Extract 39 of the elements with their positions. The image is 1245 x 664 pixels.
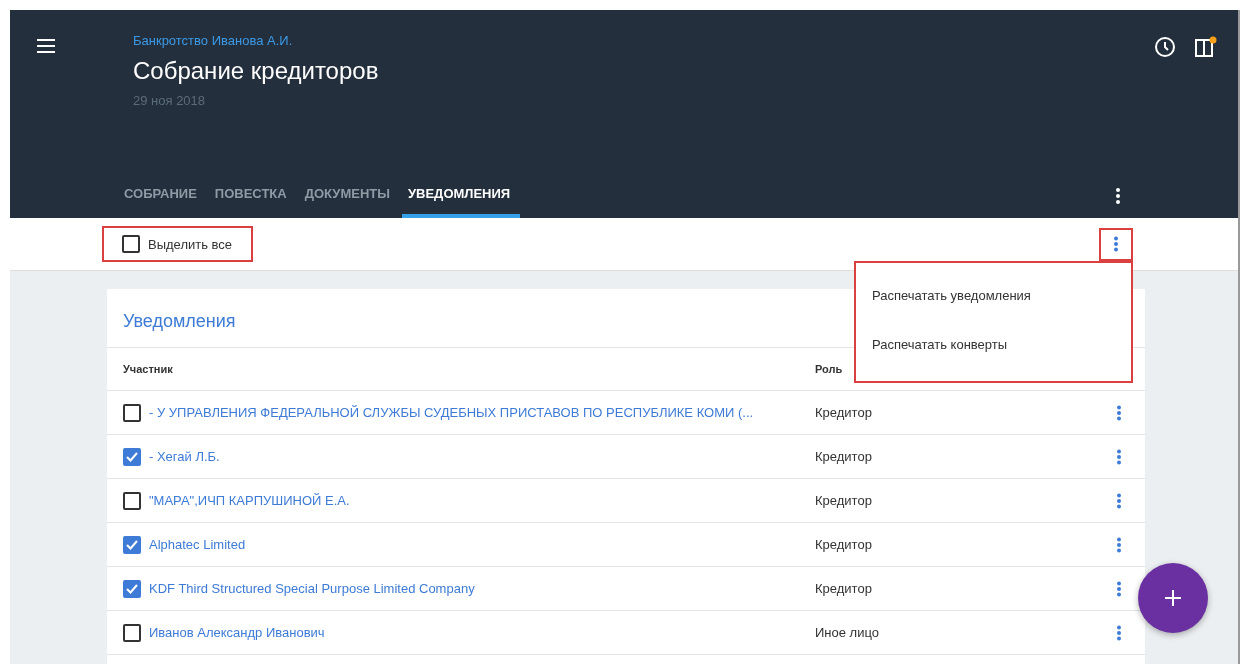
column-header: Роль [815,363,844,375]
checkbox[interactable] [123,491,141,510]
checkbox[interactable] [123,535,141,554]
checkbox[interactable] [123,447,141,466]
role-text: Кредитор [815,405,873,420]
breadcrumb-link[interactable]: Банкротство Иванова А.И. [133,33,379,48]
role-text: Кредитор [815,493,873,508]
participant-link[interactable]: Alphatec Limited [149,537,246,552]
menu-item[interactable]: Распечатать уведомления [856,271,1131,320]
role-text: Кредитор [815,537,873,552]
panel-icon[interactable] [1194,36,1218,58]
menu-icon[interactable] [37,39,55,53]
checkbox[interactable] [123,403,141,422]
checkbox[interactable] [123,579,141,598]
participant-link[interactable]: Иванов Александр Иванович [149,625,325,640]
role-text: Кредитор [815,449,873,464]
more-icon [1113,236,1119,252]
menu-item[interactable]: Распечатать конверты [856,320,1131,369]
checkbox[interactable] [122,235,140,253]
select-all-checkbox[interactable]: Выделить все [102,226,254,262]
more-icon[interactable] [1115,186,1121,205]
checkbox[interactable] [123,623,141,642]
date-text: 29 ноя 2018 [133,93,207,108]
more-button[interactable] [1099,227,1133,261]
tab[interactable]: СОБРАНИЕ [118,173,207,218]
column-header: Участник [122,363,174,375]
role-text: Кредитор [815,581,873,596]
page-title: Собрание кредиторов [133,57,379,85]
clock-icon[interactable] [1154,36,1176,58]
tab[interactable]: ПОВЕСТКА [208,173,297,218]
participant-link[interactable]: "МАРА",ИЧП КАРПУШИНОЙ Е.А. [149,493,350,508]
role-text: Иное лицо [815,625,880,640]
select-all-label: Выделить все [148,236,233,252]
plus-icon [1163,588,1183,608]
tab[interactable]: ДОКУМЕНТЫ [298,173,400,218]
add-button[interactable] [1138,563,1208,633]
participant-link[interactable]: - Хегай Л.Б. [149,449,220,464]
participant-link[interactable]: - У УПРАВЛЕНИЯ ФЕДЕРАЛЬНОЙ СЛУЖБЫ СУДЕБНЫХ ПРИСТАВОВ ПО РЕСПУБЛИКЕ КОМИ (... [149,405,754,420]
participant-link[interactable]: KDF Third Structured Special Purpose Limited Company [149,581,475,596]
